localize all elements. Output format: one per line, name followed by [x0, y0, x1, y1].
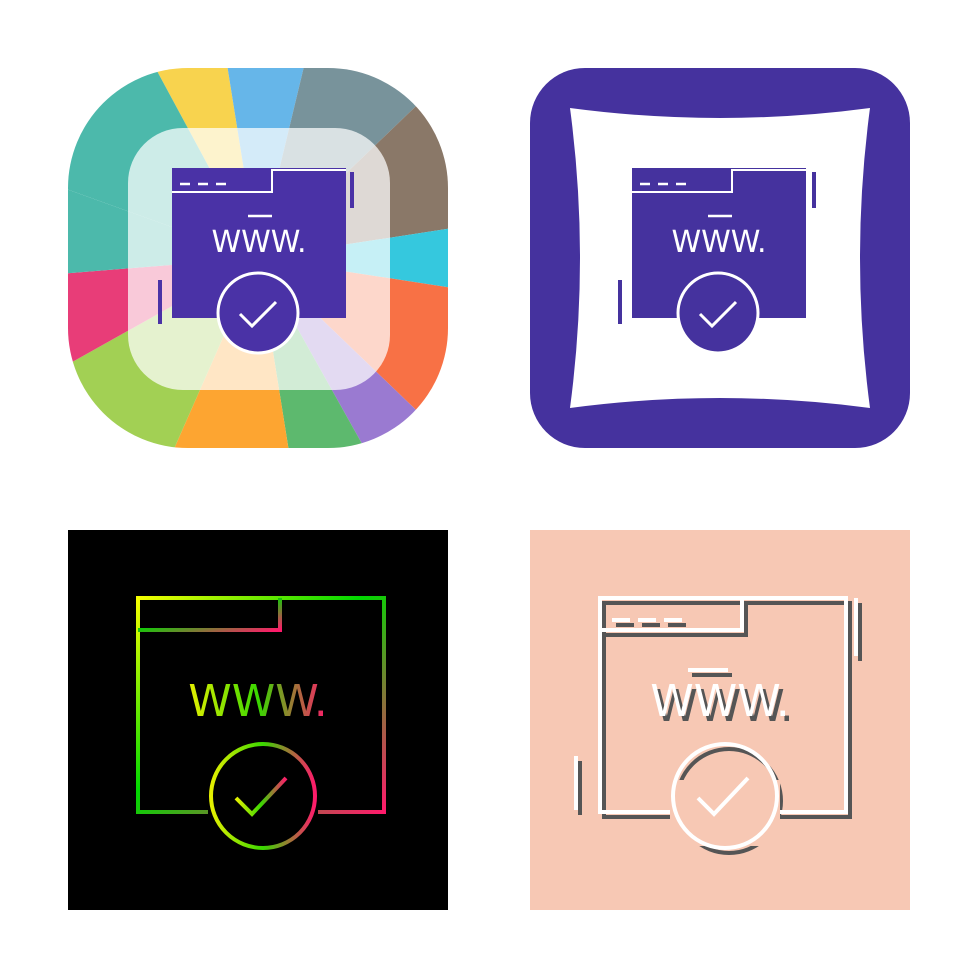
- url-text: WWW.: [650, 676, 789, 727]
- url-text: WWW.: [211, 225, 306, 260]
- url-text: WWW.: [188, 676, 327, 727]
- website-verified-icon: WWW. WWW.: [530, 530, 910, 910]
- icon-tile-pillow: WWW.: [530, 68, 910, 448]
- icon-tile-line-shadow: WWW. WWW.: [530, 530, 910, 910]
- icon-tile-gradient-line: WWW.: [68, 530, 448, 910]
- website-verified-icon: WWW.: [68, 68, 448, 448]
- url-text: WWW.: [671, 225, 766, 260]
- website-verified-icon: WWW.: [530, 68, 910, 448]
- website-verified-icon: WWW.: [68, 530, 448, 910]
- icon-tile-colorful: WWW.: [68, 68, 448, 448]
